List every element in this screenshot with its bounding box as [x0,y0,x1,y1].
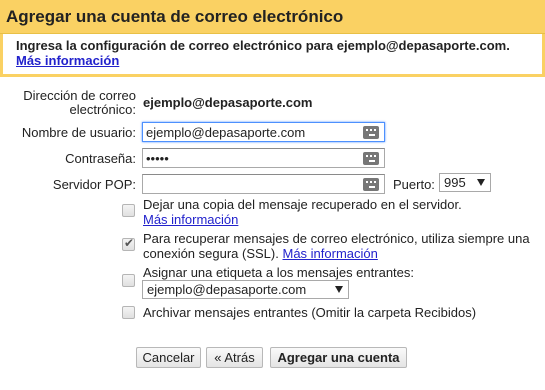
leave-copy-checkbox[interactable] [122,204,135,217]
email-address-label: Dirección de correo electrónico: [23,88,136,117]
pop-server-field[interactable] [142,174,385,194]
port-select[interactable]: 995 [439,173,491,192]
ssl-text-line1: Para recuperar mensajes de correo electr… [143,231,530,246]
username-label: Nombre de usuario: [21,125,136,140]
dropdown-arrow-icon [335,286,343,293]
ssl-checkbox[interactable] [122,236,135,251]
ssl-text-line2-label: conexión segura (SSL). [143,246,279,261]
port-select-value: 995 [444,175,466,190]
label-select[interactable]: ejemplo@depasaporte.com [142,280,349,299]
keyboard-icon[interactable] [363,152,379,165]
label-incoming-text: Asignar una etiqueta a los mensajes entr… [143,265,415,280]
keyboard-icon[interactable] [363,126,379,139]
intro-box: Ingresa la configuración de correo elect… [0,34,545,77]
ssl-text-line2: conexión segura (SSL). Más información [143,246,378,262]
intro-text: Ingresa la configuración de correo elect… [16,38,510,53]
add-account-button[interactable]: Agregar una cuenta [270,347,407,368]
password-label: Contraseña: [65,151,136,166]
keyboard-icon[interactable] [363,178,379,191]
dialog-title-bar: Agregar una cuenta de correo electrónico [0,0,545,34]
archive-checkbox[interactable] [122,306,135,319]
leave-copy-text: Dejar una copia del mensaje recuperado e… [143,197,462,212]
pop-server-label: Servidor POP: [52,177,136,192]
leave-copy-more-info-link[interactable]: Más información [143,212,238,228]
email-address-value: ejemplo@depasaporte.com [143,95,313,110]
ssl-more-info-link[interactable]: Más información [282,246,377,261]
dropdown-arrow-icon [477,179,485,186]
username-field[interactable] [142,122,385,142]
port-label: Puerto: [393,177,435,192]
password-field[interactable] [142,148,385,168]
more-info-link[interactable]: Más información [16,53,119,68]
label-incoming-checkbox[interactable] [122,274,135,287]
back-button[interactable]: « Atrás [206,347,263,368]
cancel-button[interactable]: Cancelar [136,347,201,368]
archive-text: Archivar mensajes entrantes (Omitir la c… [143,305,477,320]
label-select-value: ejemplo@depasaporte.com [147,282,307,297]
dialog-title: Agregar una cuenta de correo electrónico [6,7,344,26]
